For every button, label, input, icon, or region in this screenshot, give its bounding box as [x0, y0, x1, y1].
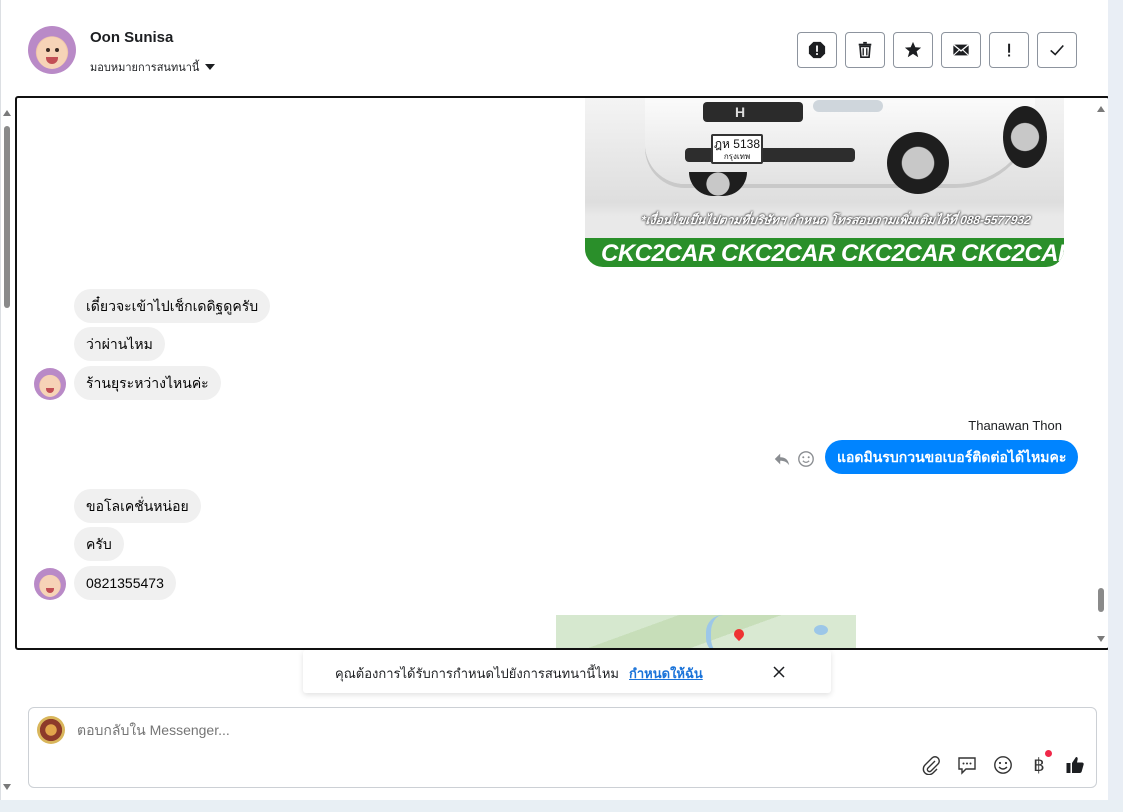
like-button[interactable] — [1064, 754, 1086, 776]
avatar-eye — [55, 48, 59, 52]
contact-name[interactable]: Oon Sunisa — [90, 29, 173, 46]
incoming-message[interactable]: เดี๋ยวจะเข้าไปเช็กเดดิฐดูครับ — [74, 289, 271, 323]
car-grill — [703, 102, 803, 122]
message-list[interactable]: H ฎห 5138 กรุงเทพ *เงื่อนไขเป็นไปตามที่บร… — [15, 96, 1110, 650]
assign-to-me-link[interactable]: กำหนดให้ฉัน — [629, 663, 703, 684]
outgoing-message[interactable]: แอดมินรบกวนขอเบอร์ติดต่อได้ไหมคะ — [825, 440, 1079, 474]
scroll-thumb[interactable] — [1098, 588, 1104, 612]
star-icon — [904, 41, 922, 58]
map-lake — [814, 625, 828, 635]
react-emoji-icon[interactable] — [797, 450, 815, 468]
important-button[interactable] — [989, 32, 1029, 68]
envelope-icon — [952, 44, 970, 56]
sender-avatar[interactable] — [34, 368, 66, 400]
alert-octagon-icon — [808, 41, 826, 59]
car-image-attachment[interactable]: H ฎห 5138 กรุงเทพ *เงื่อนไขเป็นไปตามที่บร… — [585, 98, 1064, 267]
mark-done-button[interactable] — [1037, 32, 1077, 68]
car-logo: H — [735, 104, 746, 120]
avatar-face — [40, 575, 60, 597]
scroll-up-arrow[interactable] — [3, 110, 11, 116]
speech-bubble-icon — [958, 757, 976, 775]
mark-unread-button[interactable] — [941, 32, 981, 68]
notification-dot — [1045, 750, 1052, 757]
scroll-up-arrow[interactable] — [1097, 106, 1105, 112]
caret-down-icon — [205, 64, 216, 70]
plate-number: ฎห 5138 — [714, 137, 760, 151]
assign-prompt-text: คุณต้องการได้รับการกำหนดไปยังการสนทนานี้… — [335, 666, 619, 681]
page-edge — [1108, 0, 1123, 812]
image-banner: CKC2CAR CKC2CAR CKC2CAR CKC2CAR CKC2CAR … — [585, 238, 1064, 267]
page-edge — [0, 800, 1123, 812]
delete-button[interactable] — [845, 32, 885, 68]
avatar-eye — [46, 48, 50, 52]
location-map-attachment[interactable] — [556, 615, 856, 648]
license-plate: ฎห 5138 กรุงเทพ — [711, 134, 763, 164]
assign-label: มอบหมายการสนทนานี้ — [90, 62, 200, 74]
car-wheel — [689, 172, 747, 196]
assign-prompt: คุณต้องการได้รับการกำหนดไปยังการสนทนานี้… — [303, 650, 831, 693]
page-avatar — [37, 716, 65, 744]
baht-icon: ฿ — [1033, 754, 1045, 776]
payment-button[interactable]: ฿ — [1028, 750, 1052, 776]
avatar-face — [37, 37, 67, 69]
incoming-message[interactable]: ว่าผ่านไหม — [74, 327, 165, 361]
header-toolbar — [797, 32, 1077, 68]
message-list-scrollbar[interactable] — [1094, 98, 1108, 648]
exclamation-icon — [1008, 43, 1011, 57]
emoji-button[interactable] — [992, 754, 1014, 776]
check-icon — [1050, 44, 1064, 56]
scroll-down-arrow[interactable] — [1097, 636, 1105, 642]
composer-tools: ฿ — [920, 750, 1086, 776]
car-headlamp — [813, 100, 883, 112]
incoming-message[interactable]: 0821355473 — [74, 566, 176, 600]
emoji-icon — [994, 756, 1012, 774]
sender-avatar[interactable] — [34, 568, 66, 600]
image-disclaimer: *เงื่อนไขเป็นไปตามที่บริษัทฯ กำหนด โทรสอ… — [640, 213, 1032, 227]
message-actions — [773, 450, 815, 468]
conversation-panel: Oon Sunisa มอบหมายการสนทนานี้ H ฎห 5138 … — [0, 0, 1110, 800]
incoming-message[interactable]: ขอโลเคชั่นหน่อย — [74, 489, 201, 523]
incoming-message[interactable]: ครับ — [74, 527, 124, 561]
panel-scrollbar[interactable] — [1, 100, 13, 800]
reply-input[interactable] — [77, 722, 777, 738]
car-wheel — [1003, 106, 1047, 168]
scroll-down-arrow[interactable] — [3, 784, 11, 790]
incoming-message[interactable]: ร้านยุระหว่างไหนค่ะ — [74, 366, 221, 400]
report-spam-button[interactable] — [797, 32, 837, 68]
assign-dropdown[interactable]: มอบหมายการสนทนานี้ — [90, 58, 216, 76]
thumbs-up-icon — [1066, 757, 1084, 773]
paperclip-icon — [922, 756, 940, 775]
saved-replies-button[interactable] — [956, 754, 978, 776]
reply-icon[interactable] — [773, 450, 791, 468]
car-wheel — [887, 132, 949, 194]
trash-icon — [858, 41, 872, 59]
plate-province: กรุงเทพ — [723, 152, 751, 161]
close-icon[interactable] — [769, 662, 789, 682]
scroll-thumb[interactable] — [4, 126, 10, 308]
sender-name: Thanawan Thon — [968, 418, 1062, 433]
avatar-face — [40, 375, 60, 397]
message-composer: ฿ — [28, 707, 1097, 788]
star-button[interactable] — [893, 32, 933, 68]
contact-avatar[interactable] — [28, 26, 76, 74]
attach-button[interactable] — [920, 754, 942, 776]
